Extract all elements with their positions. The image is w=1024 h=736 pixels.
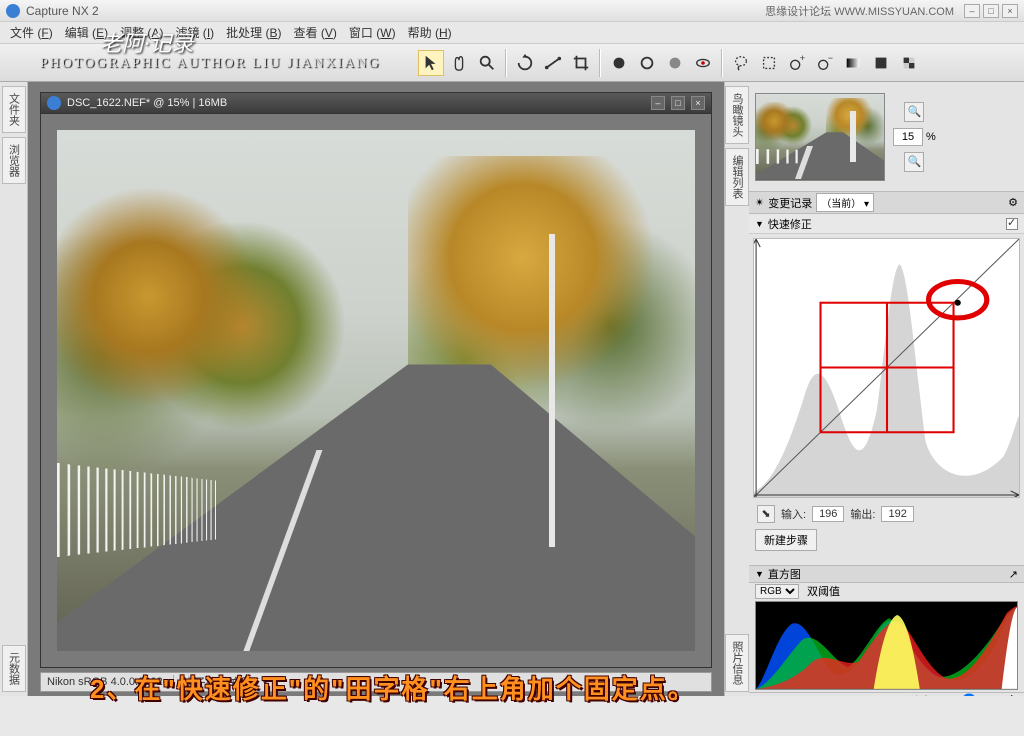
expand-icon[interactable]: ↗: [1009, 568, 1018, 581]
menubar: 文件 (F) 编辑 (E) 调整 (A) 滤镜 (I) 批处理 (B) 查看 (…: [0, 22, 1024, 44]
birdseye-thumbnail[interactable]: [755, 93, 885, 181]
menu-help[interactable]: 帮助 (H): [402, 22, 458, 43]
histogram-footer: 结束 ⟐: [749, 692, 1024, 696]
history-dropdown[interactable]: （当前） ▾: [816, 193, 874, 212]
quickfix-label: 快速修正: [768, 216, 812, 232]
minimize-button[interactable]: –: [964, 4, 980, 18]
menu-filter[interactable]: 滤镜 (I): [169, 22, 220, 43]
image-window: DSC_1622.NEF* @ 15% | 16MB – □ ×: [40, 92, 712, 668]
blackpoint-tool[interactable]: [606, 50, 632, 76]
histogram-title: 直方图: [768, 566, 801, 582]
menu-window[interactable]: 窗口 (W): [343, 22, 402, 43]
img-minimize[interactable]: –: [651, 96, 665, 110]
histogram-display[interactable]: [755, 601, 1018, 690]
gradient-tool[interactable]: [840, 50, 866, 76]
menu-view[interactable]: 查看 (V): [288, 22, 343, 43]
img-maximize[interactable]: □: [671, 96, 685, 110]
collapse-icon: ▼: [755, 219, 764, 229]
edit-list-panel: ✴ 变更记录 （当前） ▾ ⚙ ▼ 快速修正: [749, 192, 1024, 566]
app-title: Capture NX 2: [26, 4, 765, 18]
zoom-tool[interactable]: [474, 50, 500, 76]
maximize-button[interactable]: □: [983, 4, 999, 18]
window-controls: – □ ×: [964, 4, 1018, 18]
crop-tool[interactable]: [568, 50, 594, 76]
end-slider[interactable]: [939, 693, 999, 696]
hand-tool[interactable]: [446, 50, 472, 76]
img-close[interactable]: ×: [691, 96, 705, 110]
close-button[interactable]: ×: [1002, 4, 1018, 18]
menu-batch[interactable]: 批处理 (B): [220, 22, 287, 43]
image-window-titlebar[interactable]: DSC_1622.NEF* @ 15% | 16MB – □ ×: [40, 92, 712, 114]
checker-tool[interactable]: [896, 50, 922, 76]
histogram-header[interactable]: ▼ 直方图 ↗: [749, 566, 1024, 583]
titlebar: Capture NX 2 思缘设计论坛 WWW.MISSYUAN.COM – □…: [0, 0, 1024, 22]
histogram-controls: RGB 双阈值: [749, 583, 1024, 599]
history-label: 变更记录: [768, 195, 812, 211]
brush-minus-tool[interactable]: −: [812, 50, 838, 76]
whitepoint-tool[interactable]: [634, 50, 660, 76]
lasso-tool[interactable]: [728, 50, 754, 76]
zoom-percent: %: [926, 131, 936, 143]
curve-io-row: ⬊ 输入: 196 输出: 192: [749, 502, 1024, 526]
zoom-in-button[interactable]: 🔍: [904, 102, 924, 122]
input-label: 输入:: [781, 506, 806, 522]
doc-icon: [47, 96, 61, 110]
rotate-tool[interactable]: [512, 50, 538, 76]
svg-text:−: −: [828, 54, 833, 63]
channel-select[interactable]: RGB: [755, 584, 799, 599]
source-label: 思缘设计论坛 WWW.MISSYUAN.COM: [765, 3, 954, 19]
zoom-input[interactable]: [893, 128, 923, 146]
app-icon: [6, 4, 20, 18]
tone-curve[interactable]: [753, 238, 1020, 498]
right-sidebar: 鸟瞰镜头 编辑列表 照片信息 🔍 % 🔍: [724, 82, 1024, 696]
fill-tool[interactable]: [868, 50, 894, 76]
tab-photoinfo[interactable]: 照片信息: [725, 634, 749, 692]
new-step-button[interactable]: 新建步骤: [755, 529, 817, 551]
workspace: DSC_1622.NEF* @ 15% | 16MB – □ ×: [28, 82, 724, 696]
straighten-tool[interactable]: [540, 50, 566, 76]
quickfix-header[interactable]: ▼ 快速修正: [749, 214, 1024, 234]
redeye-tool[interactable]: [690, 50, 716, 76]
birdseye-panel: 🔍 % 🔍: [749, 82, 1024, 192]
menu-file[interactable]: 文件 (F): [4, 22, 59, 43]
pointer-tool[interactable]: [418, 50, 444, 76]
output-label: 输出:: [850, 506, 875, 522]
svg-text:+: +: [800, 54, 805, 63]
collapse-icon: ▼: [755, 569, 764, 579]
output-value[interactable]: 192: [881, 506, 913, 522]
input-value[interactable]: 196: [812, 506, 844, 522]
edit-list-header: ✴ 变更记录 （当前） ▾ ⚙: [749, 192, 1024, 214]
tab-editlist[interactable]: 编辑列表: [725, 148, 749, 206]
tab-files[interactable]: 文件夹: [2, 86, 26, 133]
left-sidebar: 文件夹 浏览器 元数据: [0, 82, 28, 696]
toolbar: + −: [0, 44, 1024, 82]
refresh-icon[interactable]: ⟐: [1007, 694, 1016, 696]
tutorial-annotation: 2、在"快速修正"的"田字格"右上角加个固定点。: [90, 669, 696, 706]
image-canvas[interactable]: [40, 114, 712, 668]
quickfix-checkbox[interactable]: [1006, 218, 1018, 230]
tab-birdseye[interactable]: 鸟瞰镜头: [725, 86, 749, 144]
image-window-title: DSC_1622.NEF* @ 15% | 16MB: [67, 97, 648, 109]
photo-content: [57, 130, 695, 651]
threshold-label: 双阈值: [807, 583, 840, 599]
tab-browser[interactable]: 浏览器: [2, 137, 26, 184]
menu-edit[interactable]: 编辑 (E): [59, 22, 114, 43]
graypoint-tool[interactable]: [662, 50, 688, 76]
marquee-tool[interactable]: [756, 50, 782, 76]
zoom-out-button[interactable]: 🔍: [904, 152, 924, 172]
histogram-panel: ▼ 直方图 ↗ RGB 双阈值: [749, 566, 1024, 696]
brush-plus-tool[interactable]: +: [784, 50, 810, 76]
tab-metadata[interactable]: 元数据: [2, 645, 26, 692]
gear-icon[interactable]: ⚙: [1008, 196, 1018, 209]
sparkle-icon: ✴: [755, 196, 764, 209]
eyedropper-icon[interactable]: ⬊: [757, 505, 775, 523]
end-label: 结束: [909, 693, 931, 696]
menu-adjust[interactable]: 调整 (A): [114, 22, 169, 43]
